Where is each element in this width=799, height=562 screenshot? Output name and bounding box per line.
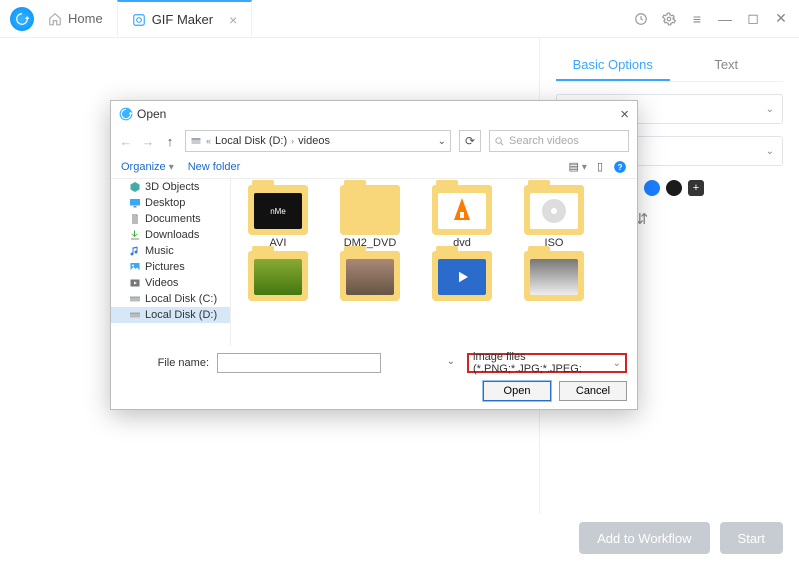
- address-dropdown-icon[interactable]: ⌄: [438, 136, 446, 147]
- new-folder-button[interactable]: New folder: [188, 161, 241, 173]
- folder-dvd[interactable]: dvd: [419, 185, 505, 249]
- folder-dm2-dvd[interactable]: DM2_DVD: [327, 185, 413, 249]
- chevron-right-icon: ›: [291, 136, 294, 146]
- dialog-title: Open: [137, 107, 166, 121]
- gear-icon[interactable]: [661, 11, 677, 27]
- help-icon[interactable]: ?: [613, 160, 627, 174]
- disk-icon: [190, 135, 202, 147]
- tree-item-documents[interactable]: Documents: [111, 211, 230, 227]
- nav-forward-icon[interactable]: →: [141, 134, 155, 149]
- tree-item-disk-d[interactable]: Local Disk (D:): [111, 307, 230, 323]
- refresh-icon[interactable]: ⟳: [459, 130, 481, 152]
- add-to-workflow-button[interactable]: Add to Workflow: [579, 522, 709, 554]
- tree-item-3d-objects[interactable]: 3D Objects: [111, 179, 230, 195]
- breadcrumb-disk[interactable]: Local Disk (D:): [215, 135, 287, 147]
- app-icon: [119, 107, 133, 121]
- open-button[interactable]: Open: [483, 381, 551, 401]
- close-window-icon[interactable]: ✕: [773, 11, 789, 27]
- tree-item-videos[interactable]: Videos: [111, 275, 230, 291]
- close-tab-icon[interactable]: ×: [229, 12, 237, 28]
- nav-back-icon[interactable]: ←: [119, 134, 133, 149]
- file-name-dropdown-icon[interactable]: ⌄: [447, 356, 455, 367]
- search-input[interactable]: Search videos: [489, 130, 629, 152]
- folder-tree: 3D Objects Desktop Documents Downloads M…: [111, 179, 231, 345]
- maximize-icon[interactable]: ◻: [745, 11, 761, 27]
- file-grid: nMeAVI DM2_DVD dvd ISO: [231, 179, 637, 345]
- folder-item[interactable]: [511, 251, 597, 303]
- file-type-select[interactable]: image files (*.PNG;*.JPG;*.JPEG; ⌄: [467, 353, 627, 373]
- add-color-button[interactable]: +: [688, 180, 704, 196]
- history-icon[interactable]: [633, 11, 649, 27]
- file-name-label: File name:: [121, 357, 209, 369]
- folder-avi[interactable]: nMeAVI: [235, 185, 321, 249]
- start-button[interactable]: Start: [720, 522, 783, 554]
- nav-up-icon[interactable]: ↑: [163, 134, 177, 149]
- view-mode-icon[interactable]: ▤ ▾: [568, 160, 586, 173]
- tree-item-desktop[interactable]: Desktop: [111, 195, 230, 211]
- tree-item-disk-c[interactable]: Local Disk (C:): [111, 291, 230, 307]
- search-icon: [494, 136, 505, 147]
- tab-basic-options[interactable]: Basic Options: [556, 48, 670, 81]
- folder-item[interactable]: [327, 251, 413, 303]
- chevron-down-icon: ⌄: [766, 104, 774, 115]
- tab-gifmaker-label: GIF Maker: [152, 12, 213, 27]
- menu-icon[interactable]: ≡: [689, 11, 705, 27]
- folder-iso[interactable]: ISO: [511, 185, 597, 249]
- tab-text[interactable]: Text: [670, 48, 784, 81]
- tab-home-label: Home: [68, 11, 103, 26]
- file-name-input[interactable]: [217, 353, 381, 373]
- chevron-down-icon: ⌄: [613, 358, 621, 369]
- organize-menu[interactable]: Organize ▾: [121, 161, 174, 173]
- color-swatch-blue[interactable]: [644, 180, 660, 196]
- file-type-value: image files (*.PNG;*.JPG;*.JPEG;: [473, 351, 613, 375]
- breadcrumb-folder[interactable]: videos: [298, 135, 330, 147]
- breadcrumb-sep: «: [206, 136, 211, 146]
- app-logo: [10, 7, 34, 31]
- tree-item-downloads[interactable]: Downloads: [111, 227, 230, 243]
- tree-item-pictures[interactable]: Pictures: [111, 259, 230, 275]
- dialog-close-icon[interactable]: ×: [620, 106, 629, 123]
- preview-pane-icon[interactable]: ▯: [597, 160, 603, 173]
- tree-item-music[interactable]: Music: [111, 243, 230, 259]
- minimize-icon[interactable]: —: [717, 11, 733, 27]
- folder-item[interactable]: [235, 251, 321, 303]
- folder-item[interactable]: [419, 251, 505, 303]
- tab-home[interactable]: Home: [34, 0, 117, 37]
- svg-text:?: ?: [618, 162, 623, 171]
- open-file-dialog: Open × ← → ↑ « Local Disk (D:) › videos …: [110, 100, 638, 410]
- chevron-down-icon: ⌄: [766, 146, 774, 157]
- search-placeholder: Search videos: [509, 135, 579, 147]
- color-swatch-black[interactable]: [666, 180, 682, 196]
- tab-gif-maker[interactable]: GIF Maker ×: [117, 0, 253, 37]
- cancel-button[interactable]: Cancel: [559, 381, 627, 401]
- address-bar[interactable]: « Local Disk (D:) › videos ⌄: [185, 130, 451, 152]
